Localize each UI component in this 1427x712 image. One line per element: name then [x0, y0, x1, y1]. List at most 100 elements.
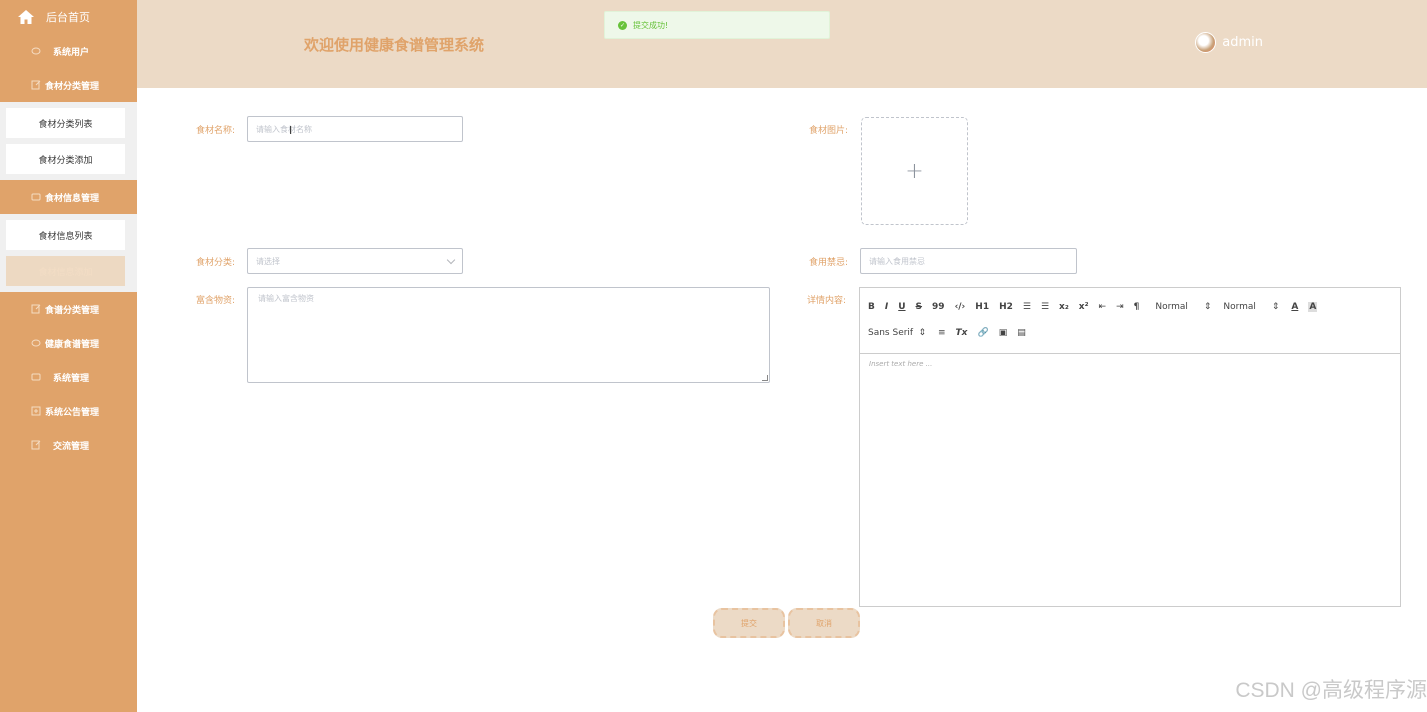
sidebar-submenu-info: 食材信息列表 食材信息添加	[0, 214, 137, 292]
taboo-placeholder: 请输入食用禁忌	[869, 256, 925, 266]
check-circle-icon: ✓	[618, 20, 627, 30]
sidebar-home-label: 后台首页	[46, 11, 90, 24]
sidebar-menu-label: 交流管理	[53, 441, 90, 452]
nutrients-label: 富含物资:	[195, 296, 235, 306]
edit-icon	[31, 304, 41, 314]
message-icon	[31, 192, 41, 202]
sidebar-home[interactable]: 后台首页	[0, 0, 137, 34]
toast-message: 提交成功!	[633, 20, 669, 30]
font-select[interactable]: Sans Serif ⇕	[868, 328, 926, 338]
toolbar-row-1: B I U S 99 ‹/› H1 H2 ☰ ☰ x₂ x² ⇤ ⇥ ¶ Nor…	[868, 294, 1392, 320]
editor-placeholder: Insert text here ...	[869, 360, 933, 368]
text-color-icon[interactable]: A	[1291, 302, 1298, 312]
name-label: 食材名称:	[195, 126, 235, 136]
category-select[interactable]: 请选择	[247, 248, 463, 274]
watermark: CSDN @高级程序源	[1235, 679, 1427, 702]
rich-text-editor: B I U S 99 ‹/› H1 H2 ☰ ☰ x₂ x² ⇤ ⇥ ¶ Nor…	[859, 287, 1401, 607]
image-label: 食材图片:	[808, 126, 848, 136]
bullet-list-button[interactable]: ☰	[1041, 302, 1049, 312]
taboo-label: 食用禁忌:	[808, 258, 848, 268]
sidebar-menu-communication[interactable]: 交流管理	[0, 428, 137, 462]
align-button[interactable]: ≡	[938, 328, 946, 338]
ordered-list-button[interactable]: ☰	[1023, 302, 1031, 312]
text-cursor-icon: I	[289, 124, 293, 137]
name-placeholder: 请输入食材名称	[256, 124, 312, 134]
sidebar-menu-system-users[interactable]: 系统用户	[0, 34, 137, 68]
blockquote-button[interactable]: 99	[932, 302, 945, 312]
image-icon[interactable]: ▣	[999, 328, 1008, 338]
home-icon	[18, 9, 34, 25]
size-select-value: Normal	[1155, 302, 1188, 312]
cancel-button[interactable]: 取消	[788, 608, 860, 638]
name-input[interactable]: 请输入食材名称	[247, 116, 463, 142]
heading-select-value: Normal	[1223, 302, 1256, 312]
sidebar-item-info-list[interactable]: 食材信息列表	[6, 220, 125, 250]
sidebar-item-category-add[interactable]: 食材分类添加	[6, 144, 125, 174]
superscript-button[interactable]: x²	[1079, 302, 1089, 312]
taboo-input[interactable]: 请输入食用禁忌	[860, 248, 1077, 274]
sidebar-menu-ingredient-category[interactable]: 食材分类管理	[0, 68, 137, 102]
cloud-icon	[31, 46, 41, 56]
link-icon[interactable]: 🔗	[978, 328, 989, 338]
plus-icon: +	[905, 158, 924, 184]
background-color-icon[interactable]: A	[1308, 302, 1318, 312]
editor-content[interactable]: Insert text here ...	[860, 354, 1400, 374]
chevron-down-icon	[446, 255, 456, 265]
direction-button[interactable]: ¶	[1134, 302, 1140, 312]
sidebar-menu-ingredient-info[interactable]: 食材信息管理	[0, 180, 137, 214]
font-select-value: Sans Serif	[868, 328, 914, 338]
toolbar-row-2: Sans Serif ⇕ ≡ Tx 🔗 ▣ ▤	[868, 320, 1392, 346]
video-icon[interactable]: ▤	[1017, 328, 1026, 338]
sidebar-menu-recipe-category[interactable]: 食谱分类管理	[0, 292, 137, 326]
avatar	[1195, 32, 1217, 53]
sidebar-menu-label: 系统公告管理	[45, 407, 100, 418]
header1-button[interactable]: H1	[975, 302, 989, 312]
sidebar-menu-announcement[interactable]: 系统公告管理	[0, 394, 137, 428]
sidebar-item-info-add[interactable]: 食材信息添加	[6, 256, 125, 286]
editor-toolbar: B I U S 99 ‹/› H1 H2 ☰ ☰ x₂ x² ⇤ ⇥ ¶ Nor…	[860, 288, 1400, 354]
sidebar-menu-label: 食材信息管理	[45, 193, 100, 204]
underline-button[interactable]: U	[898, 302, 905, 312]
sidebar-menu-label: 食材分类管理	[45, 81, 100, 92]
plus-square-icon	[31, 406, 41, 416]
nutrients-placeholder: 请输入富含物资	[258, 294, 314, 303]
strike-button[interactable]: S	[916, 302, 922, 312]
image-upload[interactable]: +	[861, 117, 968, 225]
success-toast: ✓ 提交成功!	[604, 11, 830, 39]
message-icon	[31, 372, 41, 382]
edit-icon	[31, 80, 41, 90]
code-block-button[interactable]: ‹/›	[955, 302, 966, 312]
edit-icon	[31, 440, 41, 450]
sidebar-menu-label: 食谱分类管理	[45, 305, 100, 316]
page-title: 欢迎使用健康食谱管理系统	[304, 36, 485, 54]
bold-button[interactable]: B	[868, 302, 875, 312]
indent-button[interactable]: ⇥	[1116, 302, 1124, 312]
cloud-icon	[31, 338, 41, 348]
sidebar-menu-label: 系统管理	[53, 373, 90, 384]
outdent-button[interactable]: ⇤	[1099, 302, 1107, 312]
resize-handle-icon[interactable]	[762, 375, 768, 381]
submit-button[interactable]: 提交	[713, 608, 785, 638]
clean-format-button[interactable]: Tx	[956, 328, 968, 338]
header2-button[interactable]: H2	[999, 302, 1013, 312]
size-select[interactable]: Normal ⇕	[1155, 302, 1211, 312]
username: admin	[1222, 35, 1263, 50]
user-menu[interactable]: admin	[1195, 32, 1263, 53]
select-arrows-icon: ⇕	[918, 328, 926, 338]
sidebar-menu-label: 健康食谱管理	[45, 339, 100, 350]
select-arrows-icon: ⇕	[1203, 302, 1212, 312]
italic-button[interactable]: I	[885, 302, 888, 312]
sidebar: 后台首页 系统用户 食材分类管理 食材分类列表 食材分类添加 食材信息管理 食材…	[0, 0, 137, 712]
select-arrows-icon: ⇕	[1271, 302, 1280, 312]
sidebar-menu-label: 系统用户	[53, 47, 90, 58]
sidebar-menu-healthy-recipe[interactable]: 健康食谱管理	[0, 326, 137, 360]
subscript-button[interactable]: x₂	[1059, 302, 1069, 312]
sidebar-menu-system-manage[interactable]: 系统管理	[0, 360, 137, 394]
nutrients-textarea[interactable]: 请输入富含物资	[247, 287, 770, 383]
category-label: 食材分类:	[195, 258, 235, 268]
detail-label: 详情内容:	[806, 296, 846, 306]
category-placeholder: 请选择	[256, 256, 280, 266]
heading-select[interactable]: Normal ⇕	[1223, 302, 1279, 312]
sidebar-submenu-category: 食材分类列表 食材分类添加	[0, 102, 137, 180]
sidebar-item-category-list[interactable]: 食材分类列表	[6, 108, 125, 138]
